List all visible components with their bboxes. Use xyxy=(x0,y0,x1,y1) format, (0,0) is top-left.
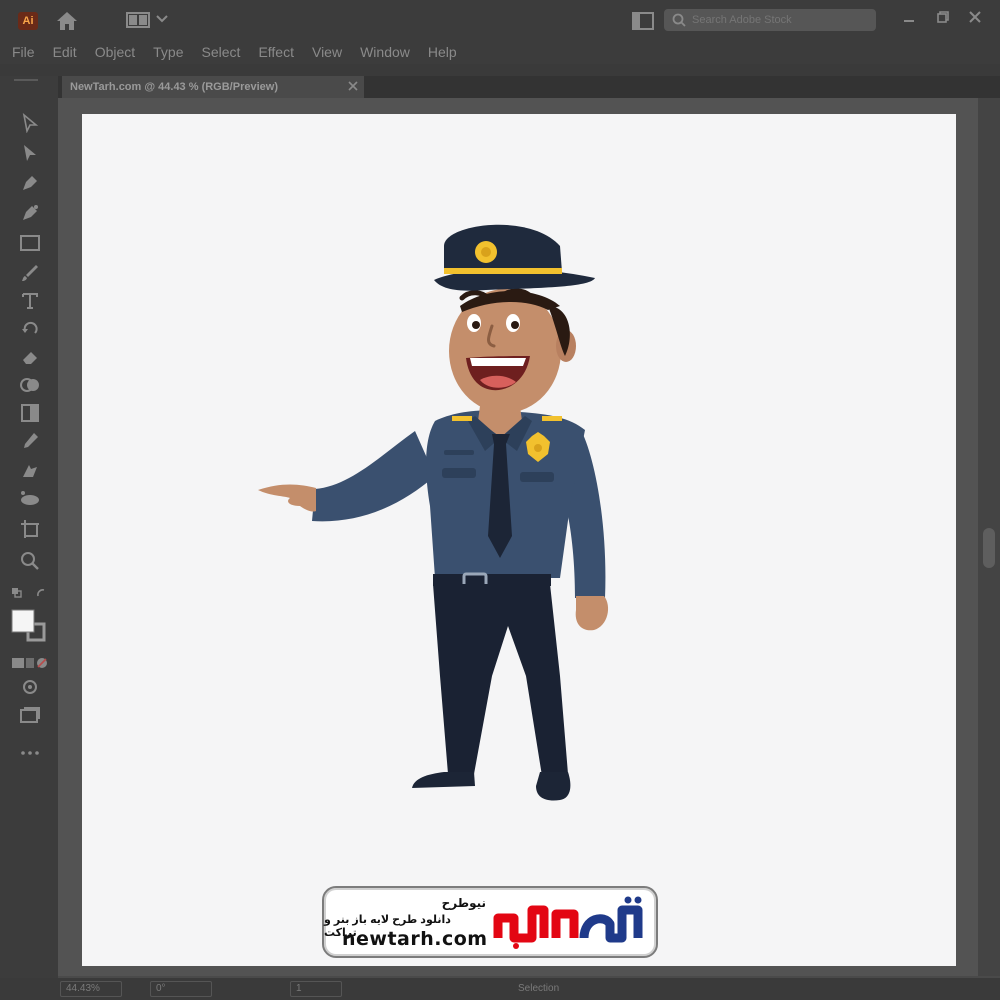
status-bar: 44.43% 0° 1 Selection xyxy=(0,978,1000,1000)
search-input[interactable] xyxy=(690,13,864,27)
current-tool: Selection xyxy=(518,983,560,994)
home-icon[interactable] xyxy=(54,10,80,32)
police-officer-illustration[interactable] xyxy=(230,206,650,806)
search-icon xyxy=(672,13,686,27)
curvature-tool[interactable] xyxy=(18,202,42,224)
menu-help[interactable]: Help xyxy=(428,44,457,60)
gradient-tool[interactable] xyxy=(18,402,42,424)
rotate-icon xyxy=(22,321,38,334)
menu-file[interactable]: File xyxy=(12,44,35,60)
menu-effect[interactable]: Effect xyxy=(258,44,294,60)
workspace-layout-icon[interactable] xyxy=(126,12,150,28)
watermark-url: newtarh.com xyxy=(342,928,488,950)
control-strip xyxy=(0,64,1000,76)
scrollbar-thumb[interactable] xyxy=(983,528,995,568)
pen-icon xyxy=(23,176,37,190)
right-shoe xyxy=(536,772,571,801)
selection-tool[interactable] xyxy=(18,112,42,134)
curvature-pen-icon xyxy=(23,205,38,220)
rectangle-icon xyxy=(20,235,40,251)
close-window-button[interactable] xyxy=(962,6,988,28)
blend-icon xyxy=(23,465,37,477)
rectangle-tool[interactable] xyxy=(18,232,42,254)
menu-window[interactable]: Window xyxy=(360,44,410,60)
artboard-tool[interactable] xyxy=(18,518,42,540)
pants xyxy=(433,584,568,776)
direct-selection-tool[interactable] xyxy=(18,142,42,164)
eyedropper-tool[interactable] xyxy=(18,430,42,452)
fill-stroke-swatches[interactable] xyxy=(10,608,50,644)
eraser-icon xyxy=(23,352,37,364)
drawing-modes[interactable] xyxy=(18,676,42,698)
newtarh-watermark: نیوطرح دانلود طرح لایه باز بنر و تراکت n… xyxy=(322,886,658,958)
minimize-button[interactable] xyxy=(896,6,922,28)
color-mode-buttons[interactable] xyxy=(10,652,50,674)
direct-selection-arrow-icon xyxy=(24,145,36,161)
screen-mode-icon xyxy=(20,707,40,723)
shape-builder-icon xyxy=(20,378,39,392)
fill-stroke-icon xyxy=(11,609,46,642)
cap-band xyxy=(444,268,562,274)
extended-arm-sleeve xyxy=(312,431,435,522)
zoom-field[interactable] xyxy=(60,981,122,997)
paintbrush-icon xyxy=(22,265,38,281)
police-cap xyxy=(444,224,562,272)
close-tab-icon[interactable] xyxy=(348,81,358,91)
rotate-tool[interactable] xyxy=(18,318,42,340)
search-stock-box[interactable] xyxy=(664,9,876,31)
watermark-title: نیوطرح xyxy=(441,896,486,910)
artboard-field[interactable] xyxy=(290,981,342,997)
shape-builder-tool[interactable] xyxy=(18,374,42,396)
open-hand xyxy=(258,484,316,512)
selection-arrow-icon xyxy=(22,113,39,133)
swap-colors-icon xyxy=(12,588,45,598)
tools-panel xyxy=(0,76,58,980)
menu-bar: File Edit Object Type Select Effect View… xyxy=(0,40,1000,64)
eyedropper-icon xyxy=(24,433,38,448)
minimize-icon xyxy=(904,20,914,22)
zoom-tool[interactable] xyxy=(18,550,42,572)
right-hand xyxy=(575,596,609,631)
artboard-icon xyxy=(21,520,39,538)
eraser-tool[interactable] xyxy=(18,346,42,368)
edit-toolbar[interactable] xyxy=(18,742,42,764)
menu-type[interactable]: Type xyxy=(153,44,183,60)
title-bar: Ai xyxy=(0,0,1000,40)
app-logo: Ai xyxy=(18,12,38,30)
angle-field[interactable] xyxy=(150,981,212,997)
blend-tool[interactable] xyxy=(18,460,42,482)
document-tab-bar: NewTarh.com @ 44.43 % (RGB/Preview) xyxy=(58,76,1000,98)
gradient-icon xyxy=(21,404,39,422)
menu-edit[interactable]: Edit xyxy=(53,44,77,60)
zoom-icon xyxy=(21,552,39,570)
symbol-sprayer-tool[interactable] xyxy=(18,488,42,510)
restore-icon xyxy=(937,11,949,23)
document-tab[interactable]: NewTarh.com @ 44.43 % (RGB/Preview) xyxy=(62,76,364,98)
left-shoe xyxy=(412,772,475,788)
close-icon xyxy=(969,11,981,23)
type-tool[interactable] xyxy=(18,290,42,312)
document-tab-label: NewTarh.com @ 44.43 % (RGB/Preview) xyxy=(70,81,278,93)
screen-mode[interactable] xyxy=(18,704,42,726)
newtarh-logo-icon xyxy=(493,896,643,949)
arrange-documents-icon[interactable] xyxy=(632,12,654,30)
default-swap-colors[interactable] xyxy=(10,582,50,604)
menu-select[interactable]: Select xyxy=(202,44,241,60)
restore-button[interactable] xyxy=(930,6,956,28)
menu-view[interactable]: View xyxy=(312,44,342,60)
color-gradient-none-icon xyxy=(12,658,47,668)
type-icon xyxy=(22,293,38,309)
draw-mode-icon xyxy=(23,680,37,694)
chevron-down-icon[interactable] xyxy=(156,14,168,24)
more-tools-icon xyxy=(21,751,39,755)
vertical-scrollbar[interactable] xyxy=(978,98,1000,976)
pen-tool[interactable] xyxy=(18,172,42,194)
menu-object[interactable]: Object xyxy=(95,44,135,60)
paintbrush-tool[interactable] xyxy=(18,262,42,284)
symbol-sprayer-icon xyxy=(21,491,39,505)
panel-grip-icon[interactable] xyxy=(14,78,38,82)
